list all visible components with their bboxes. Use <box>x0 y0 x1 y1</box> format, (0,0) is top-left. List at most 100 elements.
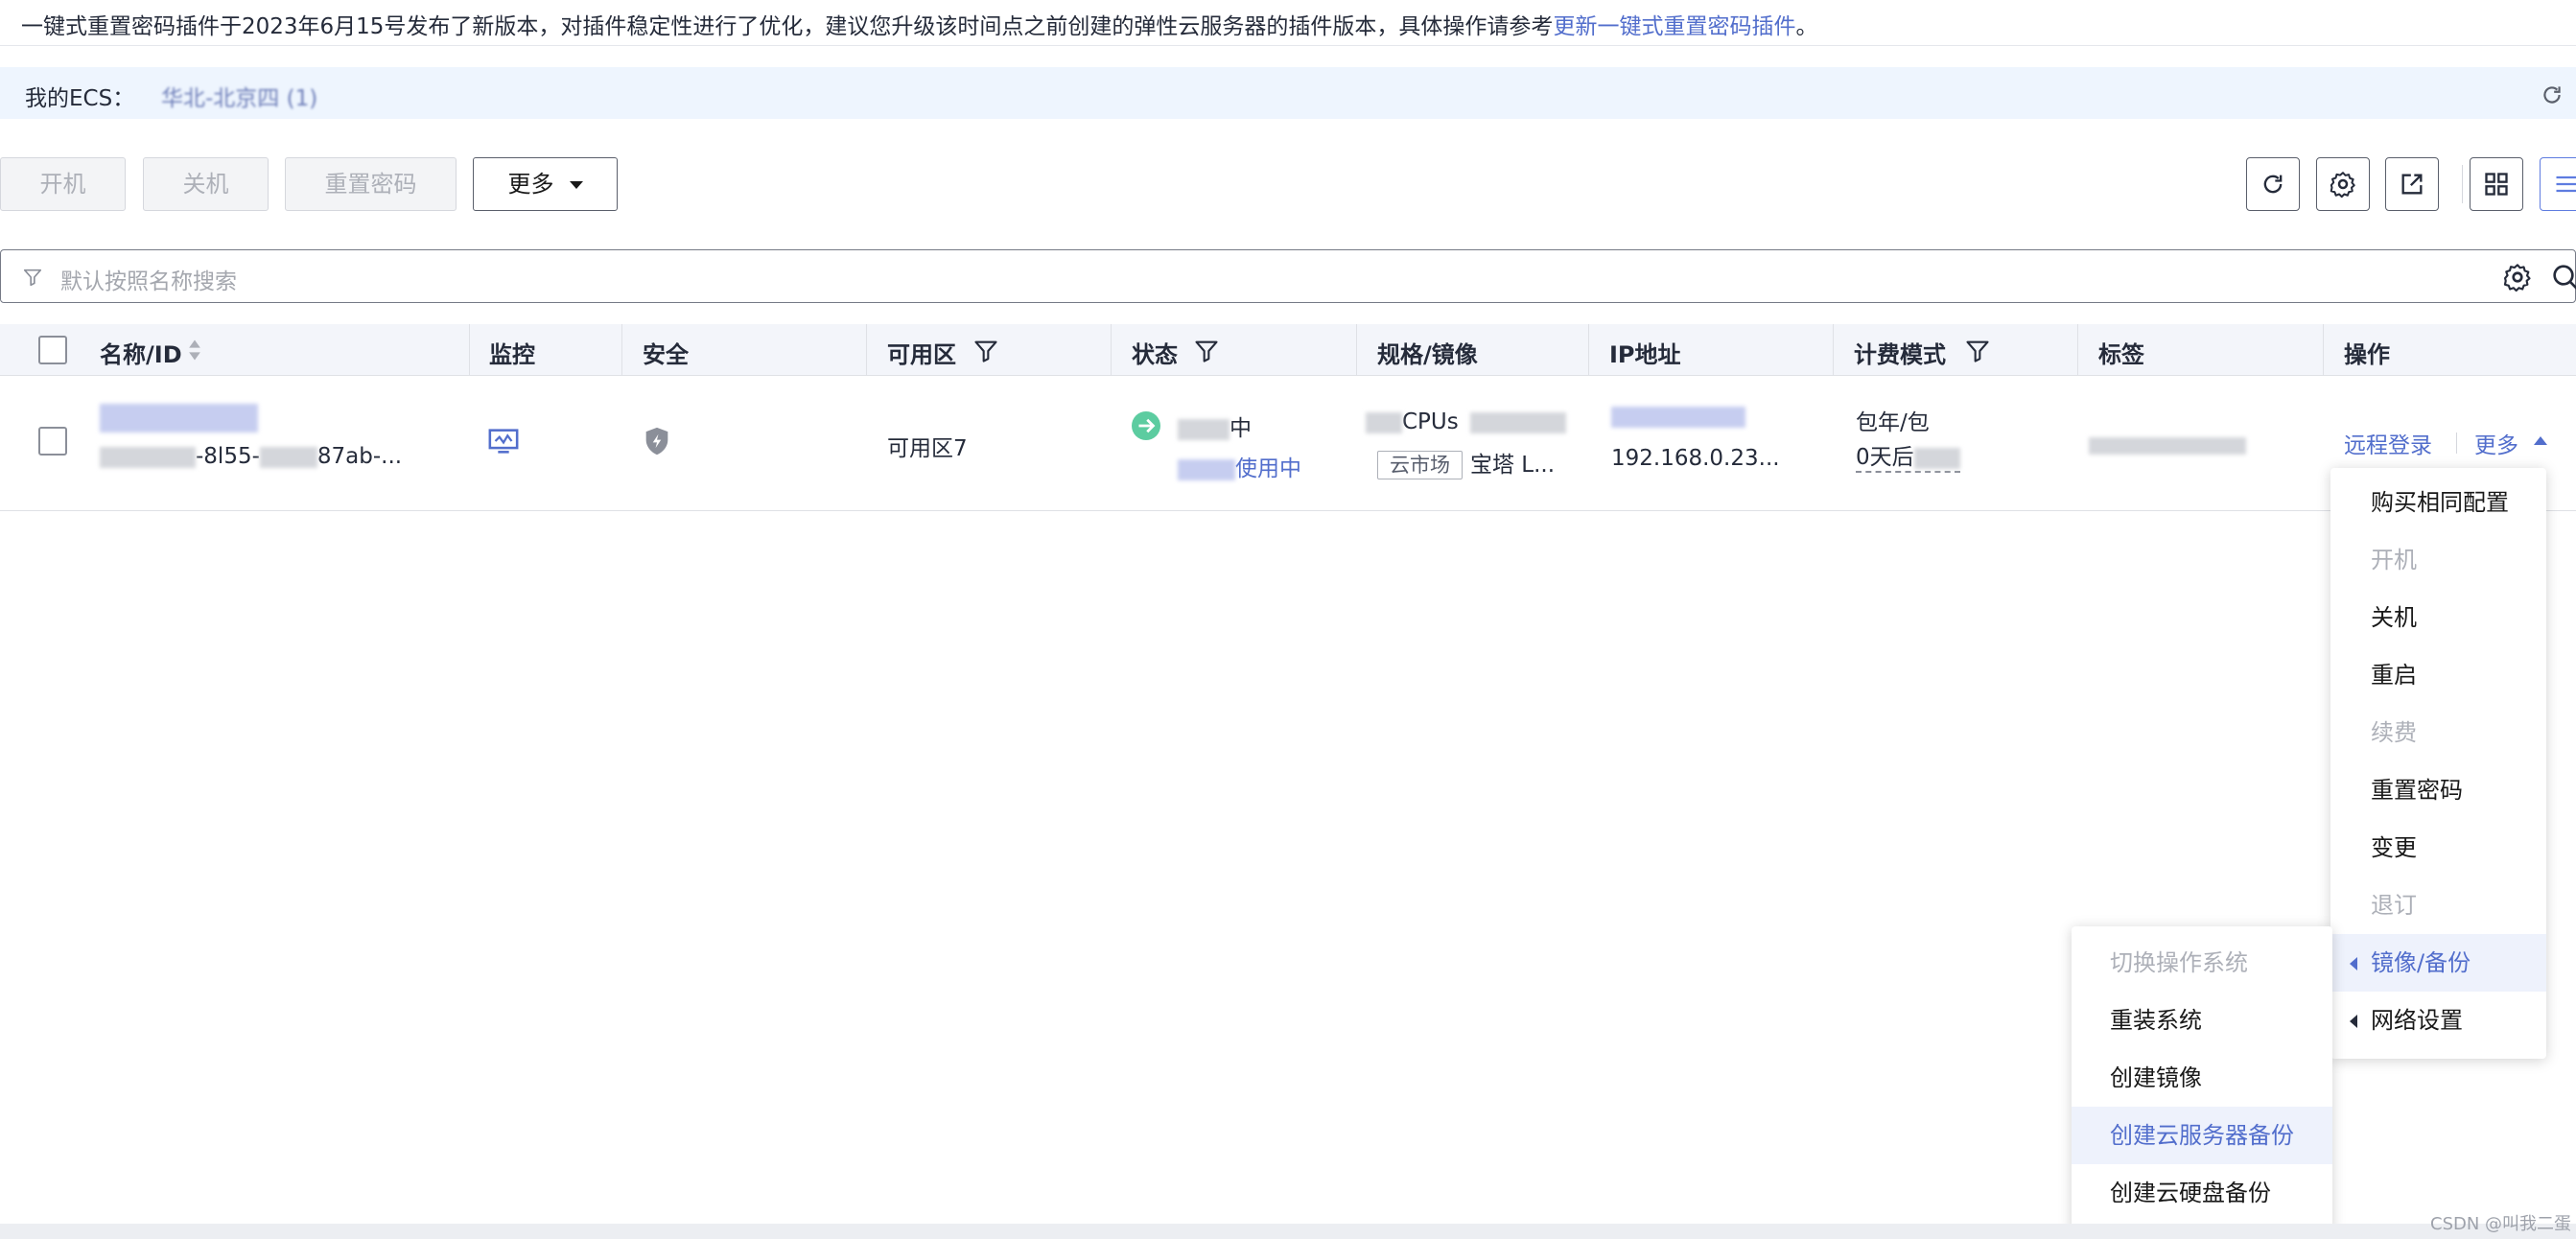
header-name[interactable]: 名称/ID <box>100 336 182 369</box>
more-actions-menu: 购买相同配置 开机 关机 重启 续费 重置密码 变更 退订 镜像/备份 网络设置 <box>2330 468 2546 1059</box>
header-divider <box>866 324 867 376</box>
header-status: 状态 <box>1132 341 1178 368</box>
table-header: 名称/ID 监控 安全 可用区 状态 规格/镜像 IP地址 计费模式 标签 操作 <box>0 324 2576 376</box>
submenu-item-create-image[interactable]: 创建镜像 <box>2072 1049 2332 1107</box>
table-row: -8l55- 87ab-... 可用区7 中 使用中 CPUs 云市场 宝塔 L..… <box>0 377 2576 511</box>
spec-line2: 云市场 宝塔 L... <box>1377 446 1555 479</box>
menu-item-buy-same[interactable]: 购买相同配置 <box>2330 474 2546 531</box>
header-divider <box>2077 324 2078 376</box>
submenu-item-create-server-backup[interactable]: 创建云服务器备份 <box>2072 1107 2332 1164</box>
my-ecs-label: 我的ECS： <box>25 86 135 111</box>
header-ip: IP地址 <box>1609 341 1681 368</box>
header-divider <box>1111 324 1112 376</box>
export-button[interactable] <box>2385 157 2439 211</box>
filter-icon <box>23 269 42 287</box>
billing-line1: 包年/包 <box>1856 410 1930 435</box>
submenu-item-reinstall-os[interactable]: 重装系统 <box>2072 992 2332 1049</box>
grid-view-icon <box>2485 173 2508 196</box>
refresh-icon <box>2263 175 2283 194</box>
ip-line2: 192.168.0.23... <box>1611 446 1780 471</box>
notice-end: 。 <box>1795 14 1818 39</box>
notice-text: 一键式重置密码插件于2023年6月15号发布了新版本，对插件稳定性进行了优化，建… <box>21 8 1817 40</box>
submenu-item-switch-os[interactable]: 切换操作系统 <box>2072 934 2332 992</box>
toolbar-divider <box>2462 165 2463 203</box>
market-tag: 云市场 <box>1377 451 1463 479</box>
region-bar: 我的ECS： 华北-北京四 (1) <box>0 67 2576 119</box>
header-tags: 标签 <box>2098 341 2144 368</box>
header-spec: 规格/镜像 <box>1377 341 1478 368</box>
remote-login-link[interactable]: 远程登录 <box>2344 427 2432 459</box>
header-security: 安全 <box>643 341 689 368</box>
billing-line2[interactable]: 0天后 <box>1856 438 1960 473</box>
submenu-arrow-icon <box>2350 1015 2357 1028</box>
running-status-icon <box>1132 411 1160 440</box>
caret-up-icon <box>2534 436 2547 445</box>
list-view-button[interactable] <box>2540 157 2576 211</box>
reset-password-button[interactable]: 重置密码 <box>285 157 457 211</box>
refresh-icon[interactable] <box>2540 82 2564 107</box>
menu-item-reset-password[interactable]: 重置密码 <box>2330 761 2546 819</box>
filter-icon[interactable] <box>1964 338 1991 364</box>
menu-item-stop[interactable]: 关机 <box>2330 589 2546 646</box>
select-all-checkbox[interactable] <box>38 336 67 364</box>
header-divider <box>1356 324 1357 376</box>
search-placeholder: 默认按照名称搜索 <box>60 269 237 294</box>
instance-id-tail: 87ab-... <box>316 444 403 469</box>
notice-message: 一键式重置密码插件于2023年6月15号发布了新版本，对插件稳定性进行了优化，建… <box>21 14 1554 39</box>
instance-id: -8l55- 87ab-... <box>100 444 402 469</box>
row-more-link[interactable]: 更多 <box>2474 427 2518 459</box>
status-text: 中 <box>1178 409 1252 442</box>
ip-line1 <box>1611 404 1745 429</box>
sort-icon[interactable] <box>188 337 201 363</box>
row-checkbox[interactable] <box>38 427 67 456</box>
card-view-button[interactable] <box>2470 157 2523 211</box>
spec-line1: CPUs <box>1366 409 1566 434</box>
settings-button[interactable] <box>2316 157 2370 211</box>
refresh-list-button[interactable] <box>2246 157 2300 211</box>
start-button[interactable]: 开机 <box>0 157 126 211</box>
image-backup-submenu: 切换操作系统 重装系统 创建镜像 创建云服务器备份 创建云硬盘备份 <box>2072 926 2332 1231</box>
menu-item-unsubscribe[interactable]: 退订 <box>2330 877 2546 934</box>
monitor-chart-icon[interactable] <box>487 425 520 457</box>
menu-item-image-backup-label: 镜像/备份 <box>2371 949 2471 976</box>
search-icon[interactable] <box>2550 262 2576 292</box>
filter-icon[interactable] <box>1193 338 1220 364</box>
spec-cpus: CPUs <box>1402 409 1459 434</box>
gear-icon[interactable] <box>2502 262 2533 292</box>
header-divider <box>2323 324 2324 376</box>
header-divider <box>1588 324 1589 376</box>
caret-down-icon <box>569 181 583 189</box>
menu-item-renew[interactable]: 续费 <box>2330 704 2546 761</box>
export-icon <box>2401 174 2423 195</box>
header-divider <box>621 324 622 376</box>
menu-item-start[interactable]: 开机 <box>2330 531 2546 589</box>
header-billing: 计费模式 <box>1854 341 1946 368</box>
menu-item-network-settings-label: 网络设置 <box>2371 1007 2463 1034</box>
header-divider <box>1833 324 1834 376</box>
submenu-item-create-disk-backup[interactable]: 创建云硬盘备份 <box>2072 1164 2332 1222</box>
horizontal-scrollbar[interactable] <box>0 1224 2576 1239</box>
submenu-arrow-icon <box>2350 957 2357 970</box>
instance-name[interactable] <box>100 404 258 432</box>
update-plugin-link[interactable]: 更新一键式重置密码插件 <box>1553 14 1795 39</box>
stop-button[interactable]: 关机 <box>143 157 269 211</box>
ops-divider <box>2456 432 2457 454</box>
availability-zone: 可用区7 <box>887 436 968 461</box>
image-name: 宝塔 L... <box>1470 453 1556 478</box>
menu-item-network-settings[interactable]: 网络设置 <box>2330 992 2546 1049</box>
search-input[interactable]: 默认按照名称搜索 <box>0 249 2576 303</box>
menu-item-image-backup[interactable]: 镜像/备份 <box>2330 934 2546 992</box>
status-suffix: 中 <box>1229 416 1252 441</box>
more-actions-button[interactable]: 更多 <box>473 157 618 211</box>
status-sub-link[interactable]: 使用中 <box>1235 456 1301 481</box>
region-value[interactable]: 华北-北京四 (1) <box>161 80 317 112</box>
menu-item-restart[interactable]: 重启 <box>2330 646 2546 704</box>
billing-expiry: 0天后 <box>1856 445 1914 470</box>
status-sub[interactable]: 使用中 <box>1178 450 1301 482</box>
header-divider <box>469 324 470 376</box>
shield-icon[interactable] <box>641 425 673 457</box>
watermark: CSDN @叫我二蛋 <box>2430 1214 2572 1234</box>
tags-value <box>2089 432 2246 457</box>
menu-item-modify[interactable]: 变更 <box>2330 819 2546 877</box>
filter-icon[interactable] <box>972 338 999 364</box>
